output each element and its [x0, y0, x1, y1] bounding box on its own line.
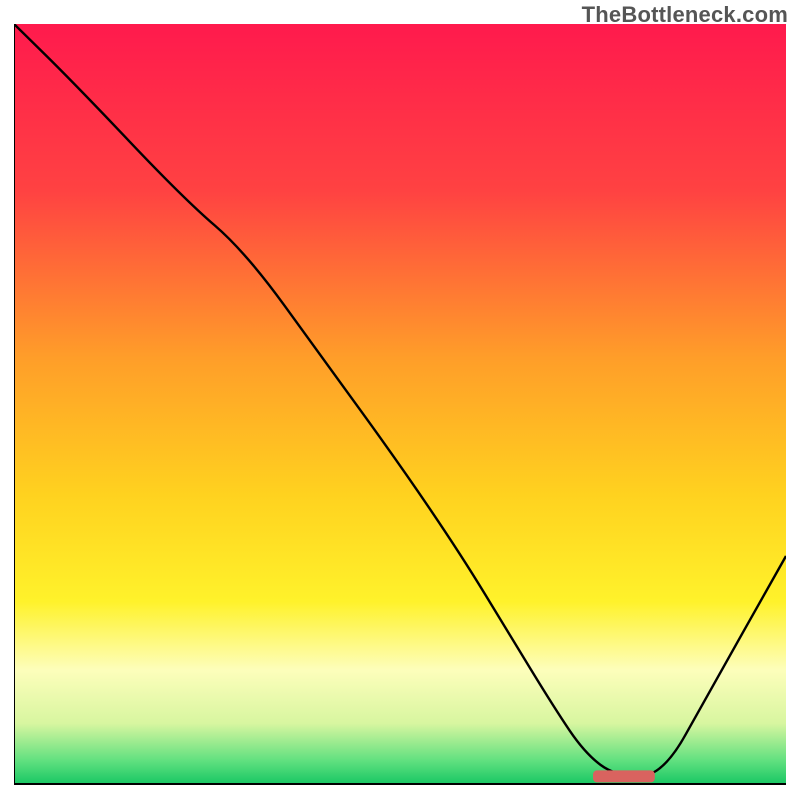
optimal-range-marker: [593, 770, 655, 782]
watermark-text: TheBottleneck.com: [582, 2, 788, 28]
gradient-background: [14, 24, 786, 784]
chart-svg: [14, 24, 786, 786]
bottleneck-chart: TheBottleneck.com: [0, 0, 800, 800]
plot-area: [14, 24, 786, 786]
